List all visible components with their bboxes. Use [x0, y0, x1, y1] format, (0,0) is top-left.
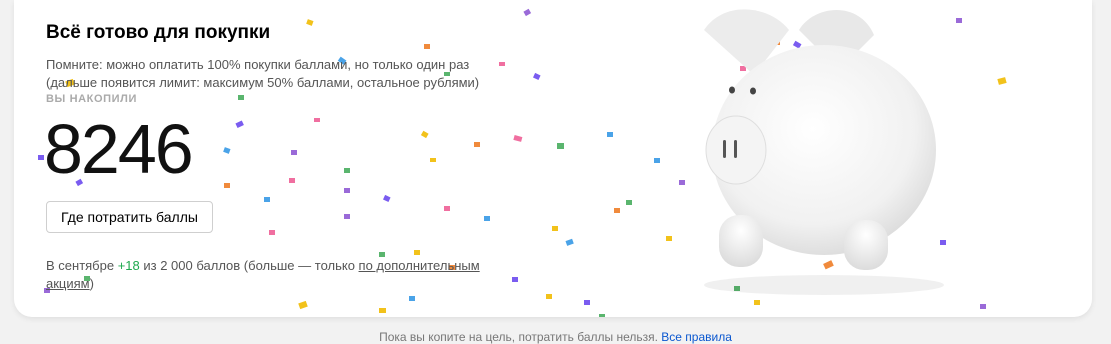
piggy-bank-illustration [704, 9, 944, 295]
accumulated-points: 8246 [44, 110, 194, 188]
savings-card: Всё готово для покупки Помните: можно оп… [14, 0, 1092, 317]
accumulated-label: ВЫ НАКОПИЛИ [46, 93, 137, 105]
footer-text: Пока вы копите на цель, потратить баллы … [379, 330, 662, 344]
monthly-prefix: В сентябре [46, 258, 118, 273]
where-to-spend-button[interactable]: Где потратить баллы [46, 201, 213, 233]
monthly-earnings-note: В сентябре +18 из 2 000 баллов (больше —… [46, 257, 486, 293]
monthly-suffix: ) [89, 276, 94, 291]
footer-note: Пока вы копите на цель, потратить баллы … [0, 330, 1111, 344]
promo-title: Всё готово для покупки [46, 22, 271, 43]
monthly-middle: из 2 000 баллов (больше — только [139, 258, 359, 273]
promo-description: Помните: можно оплатить 100% покупки бал… [46, 57, 480, 90]
monthly-earned: +18 [117, 258, 140, 273]
all-rules-link[interactable]: Все правила [661, 330, 732, 344]
